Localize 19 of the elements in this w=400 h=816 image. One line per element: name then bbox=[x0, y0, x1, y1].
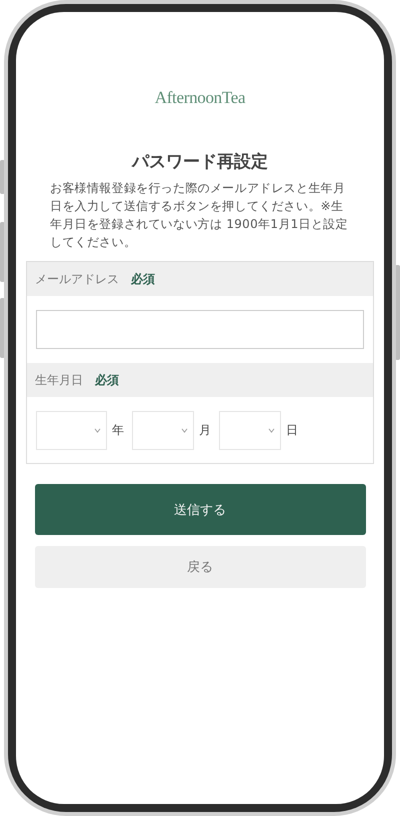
caret-icon bbox=[268, 428, 275, 433]
logo: AfternoonTea bbox=[154, 88, 246, 108]
date-dropdown[interactable] bbox=[36, 411, 107, 450]
required-label: 必須 bbox=[95, 372, 119, 388]
date-dropdown[interactable] bbox=[219, 411, 281, 450]
required-label: 必須 bbox=[131, 270, 155, 288]
email-input[interactable] bbox=[36, 310, 364, 349]
field-label: メールアドレス bbox=[35, 270, 119, 288]
caret-icon bbox=[94, 428, 101, 433]
date-dropdown[interactable] bbox=[132, 411, 194, 450]
page-title: パスワード再設定 bbox=[132, 151, 268, 173]
instruction-text: お客様情報登録を行った際のメールアドレスと生年月日を入力して送信するボタンを押してください。※生年月日を登録されていない方は 1900年1月1日と設定してください。 bbox=[50, 180, 349, 251]
date-unit-label: 年 bbox=[112, 422, 124, 439]
date-unit-label: 月 bbox=[199, 422, 211, 439]
caret-icon bbox=[181, 428, 188, 433]
submit-button[interactable]: 送信する bbox=[34, 484, 366, 535]
field-label: 生年月日 bbox=[35, 372, 83, 388]
date-unit-label: 日 bbox=[286, 422, 298, 439]
back-button[interactable]: 戻る bbox=[34, 546, 366, 588]
